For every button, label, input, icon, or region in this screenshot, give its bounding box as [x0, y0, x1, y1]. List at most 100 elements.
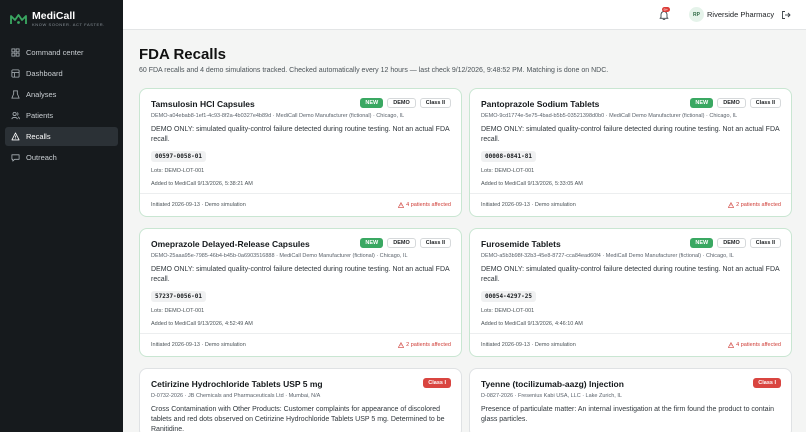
- recall-footer: Initiated 2026-09-13 · Demo simulation 2…: [470, 193, 791, 215]
- sidebar-item-label: Patients: [26, 111, 54, 120]
- sidebar-item-command-center[interactable]: Command center: [5, 43, 118, 62]
- notification-badge: 9+: [662, 7, 670, 12]
- recall-meta: DEMO-a04ebab8-1ef1-4c93-8f2a-4b0327e4b89…: [151, 113, 405, 119]
- recall-meta: DEMO-a5b3b98f-32b3-45e8-8727-cca84ead60f…: [481, 253, 734, 259]
- recall-footer: Initiated 2026-09-13 · Demo simulation 2…: [140, 333, 461, 355]
- recall-description: DEMO ONLY: simulated quality-control fai…: [151, 266, 450, 283]
- sidebar-item-label: Dashboard: [26, 69, 63, 78]
- ndc-code: 00008-0841-81: [481, 151, 536, 162]
- warning-icon: [398, 342, 405, 348]
- sidebar-item-analyses[interactable]: Analyses: [5, 85, 118, 104]
- recall-description: Presence of particulate matter: An inter…: [481, 406, 775, 423]
- analyses-icon: [11, 90, 20, 99]
- recall-footer: Initiated 2026-09-13 · Demo simulation 4…: [470, 333, 791, 355]
- new-badge: NEW: [360, 238, 384, 248]
- medicall-logo-icon: [10, 14, 27, 24]
- class-badge: Class II: [419, 238, 451, 248]
- recall-title: Omeprazole Delayed-Release Capsules: [151, 239, 310, 249]
- recall-title: Tyenne (tocilizumab-aazg) Injection: [481, 379, 624, 389]
- patients-affected-label: 4 patients affected: [736, 342, 781, 348]
- sidebar-item-patients[interactable]: Patients: [5, 106, 118, 125]
- recall-description: DEMO ONLY: simulated quality-control fai…: [481, 126, 780, 143]
- recall-added: Added to MediCall 9/13/2026, 4:46:10 AM: [481, 321, 583, 327]
- recall-card[interactable]: Tamsulosin HCl Capsules NEW DEMO Class I…: [139, 88, 462, 217]
- demo-badge: DEMO: [717, 98, 746, 108]
- page-subtitle: 60 FDA recalls and 4 demo simulations tr…: [139, 67, 609, 74]
- class-badge: Class I: [753, 378, 781, 388]
- recall-card[interactable]: Omeprazole Delayed-Release Capsules NEW …: [139, 228, 462, 357]
- patients-affected[interactable]: 4 patients affected: [398, 202, 451, 208]
- sidebar-item-outreach[interactable]: Outreach: [5, 148, 118, 167]
- topbar: 9+ RP Riverside Pharmacy: [123, 0, 806, 30]
- brand-name: MediCall: [32, 10, 76, 22]
- recall-title: Tamsulosin HCl Capsules: [151, 99, 255, 109]
- new-badge: NEW: [690, 98, 714, 108]
- demo-badge: DEMO: [717, 238, 746, 248]
- recalls-icon: [11, 132, 20, 141]
- recall-badges: NEW DEMO Class II: [686, 98, 781, 108]
- patients-affected-label: 4 patients affected: [406, 202, 451, 208]
- recall-card[interactable]: Cetirizine Hydrochloride Tablets USP 5 m…: [139, 368, 462, 432]
- avatar[interactable]: RP: [689, 7, 704, 22]
- sidebar-item-label: Command center: [26, 48, 84, 57]
- recall-description: DEMO ONLY: simulated quality-control fai…: [481, 266, 780, 283]
- class-badge: Class II: [749, 238, 781, 248]
- recall-lots: Lots: DEMO-LOT-001: [151, 168, 205, 174]
- recall-initiated: Initiated 2026-09-13 · Demo simulation: [151, 342, 246, 348]
- patients-affected[interactable]: 2 patients affected: [398, 342, 451, 348]
- recall-added: Added to MediCall 9/13/2026, 4:52:49 AM: [151, 321, 253, 327]
- recall-initiated: Initiated 2026-09-13 · Demo simulation: [481, 342, 576, 348]
- recall-description: DEMO ONLY: simulated quality-control fai…: [151, 126, 450, 143]
- patients-affected[interactable]: 4 patients affected: [728, 342, 781, 348]
- recall-card[interactable]: Furosemide Tablets NEW DEMO Class II DEM…: [469, 228, 792, 357]
- page-title: FDA Recalls: [139, 46, 226, 63]
- warning-icon: [728, 342, 735, 348]
- class-badge: Class II: [419, 98, 451, 108]
- demo-badge: DEMO: [387, 98, 416, 108]
- sidebar-item-label: Outreach: [26, 153, 57, 162]
- recall-footer: Initiated 2026-09-13 · Demo simulation 4…: [140, 193, 461, 215]
- recall-badges: NEW DEMO Class II: [356, 98, 451, 108]
- patients-icon: [11, 111, 20, 120]
- patients-affected-label: 2 patients affected: [736, 202, 781, 208]
- recall-lots: Lots: DEMO-LOT-001: [481, 168, 535, 174]
- recall-card[interactable]: Tyenne (tocilizumab-aazg) Injection Clas…: [469, 368, 792, 432]
- ndc-code: 57237-0056-01: [151, 291, 206, 302]
- outreach-icon: [11, 154, 20, 162]
- recall-meta: D-0732-2026 · JB Chemicals and Pharmaceu…: [151, 393, 321, 399]
- recall-added: Added to MediCall 9/13/2026, 5:38:21 AM: [151, 181, 253, 187]
- warning-icon: [728, 202, 735, 208]
- recall-title: Pantoprazole Sodium Tablets: [481, 99, 600, 109]
- recall-title: Cetirizine Hydrochloride Tablets USP 5 m…: [151, 379, 323, 389]
- recall-initiated: Initiated 2026-09-13 · Demo simulation: [151, 202, 246, 208]
- recall-card[interactable]: Pantoprazole Sodium Tablets NEW DEMO Cla…: [469, 88, 792, 217]
- sidebar-nav: Command center Dashboard Analyses Patien…: [5, 43, 118, 169]
- ndc-code: 00597-0058-01: [151, 151, 206, 162]
- recall-added: Added to MediCall 9/13/2026, 5:33:05 AM: [481, 181, 583, 187]
- sidebar-item-dashboard[interactable]: Dashboard: [5, 64, 118, 83]
- recall-meta: D-0827-2026 · Fresenius Kabi USA, LLC · …: [481, 393, 622, 399]
- recall-meta: DEMO-25aaa95e-7985-46b4-b45b-0a690351688…: [151, 253, 408, 259]
- recall-badges: NEW DEMO Class II: [356, 238, 451, 248]
- sidebar: MediCall KNOW SOONER. ACT FASTER. Comman…: [0, 0, 123, 432]
- new-badge: NEW: [360, 98, 384, 108]
- warning-icon: [398, 202, 405, 208]
- class-badge: Class II: [749, 98, 781, 108]
- user-name[interactable]: Riverside Pharmacy: [707, 10, 774, 19]
- new-badge: NEW: [690, 238, 714, 248]
- recall-lots: Lots: DEMO-LOT-001: [151, 308, 205, 314]
- sidebar-item-label: Recalls: [26, 132, 51, 141]
- logout-icon[interactable]: [781, 10, 791, 20]
- grid-icon: [11, 48, 20, 57]
- recall-lots: Lots: DEMO-LOT-001: [481, 308, 535, 314]
- recall-description: Cross Contamination with Other Products:…: [151, 406, 445, 432]
- recall-meta: DEMO-9cd1774e-5e75-4bad-b5b5-03521398d0b…: [481, 113, 738, 119]
- sidebar-item-recalls[interactable]: Recalls: [5, 127, 118, 146]
- demo-badge: DEMO: [387, 238, 416, 248]
- patients-affected[interactable]: 2 patients affected: [728, 202, 781, 208]
- dashboard-icon: [11, 69, 20, 78]
- recall-badges: NEW DEMO Class II: [686, 238, 781, 248]
- brand-tagline: KNOW SOONER. ACT FASTER.: [32, 22, 106, 27]
- recall-initiated: Initiated 2026-09-13 · Demo simulation: [481, 202, 576, 208]
- brand[interactable]: MediCall KNOW SOONER. ACT FASTER.: [10, 10, 105, 28]
